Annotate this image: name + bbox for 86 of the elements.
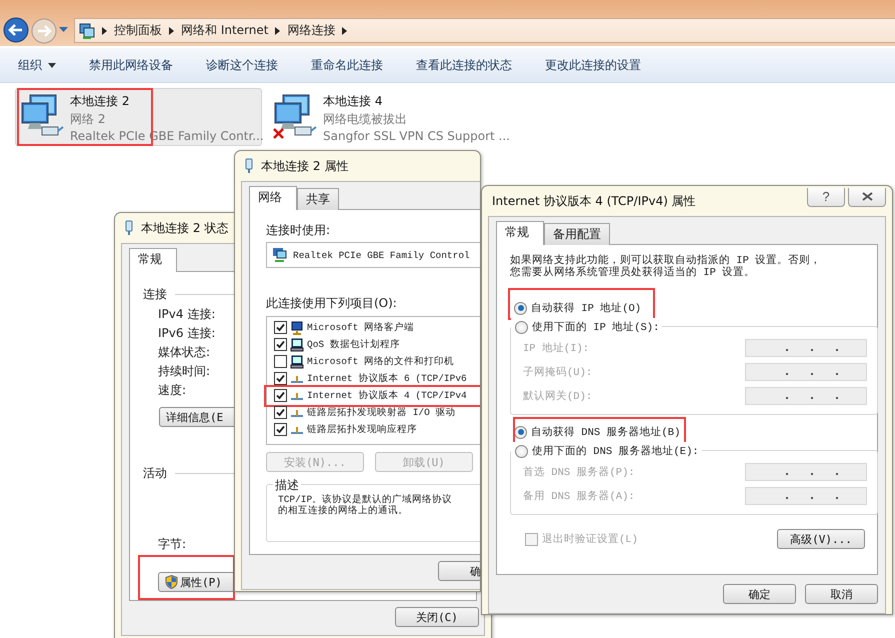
field-label: IPv4 连接: [158, 306, 216, 323]
checkbox[interactable] [274, 389, 287, 402]
component-name[interactable]: 链路层拓扑发现响应程序 [307, 423, 417, 436]
connector-icon [245, 158, 253, 174]
field-label: 速度: [158, 382, 186, 399]
connection-status: 网络电缆被拔出 [323, 111, 408, 128]
field-label: 持续时间: [158, 363, 210, 380]
field-label: 默认网关(D): [523, 389, 592, 403]
advanced-button[interactable]: 高级(V)... [777, 529, 865, 549]
field-label: 首选 DNS 服务器(P): [523, 465, 635, 479]
dropdown-caret-icon[interactable] [59, 27, 68, 33]
component-name[interactable]: 链路层拓扑发现映射器 I/O 驱动 [307, 406, 456, 419]
component-name[interactable]: Internet 协议版本 4 (TCP/IPv4 [307, 389, 467, 402]
component-name[interactable]: Internet 协议版本 6 (TCP/IPv6 [307, 372, 467, 385]
address-bar[interactable]: 控制面板 网络和 Internet 网络连接 [74, 18, 895, 43]
toolbar-button[interactable]: 重命名此连接 [311, 56, 383, 74]
section-heading: 活动 [143, 465, 167, 482]
checkbox[interactable] [274, 355, 287, 368]
tab[interactable]: 备用配置 [544, 223, 610, 245]
ok-button[interactable]: 确定 [723, 584, 796, 604]
component-name[interactable]: Microsoft 网络的文件和打印机 [307, 355, 454, 368]
field-label: 子网掩码(U): [523, 366, 592, 379]
radio-button[interactable] [514, 426, 527, 438]
checkbox[interactable] [274, 321, 287, 334]
intro-text: 如果网络支持此功能，则可以获取自动指派的 IP 设置。否则， 您需要从网络系统管理员处获得适当的 IP 设置。 [510, 255, 822, 279]
checkbox[interactable] [274, 423, 287, 436]
ok-button[interactable]: 确 [438, 561, 480, 581]
window-title: 本地连接 2 状态 [141, 220, 228, 236]
shield-icon [165, 575, 178, 589]
option-label[interactable]: 自动获得 DNS 服务器地址(B) [531, 425, 680, 439]
help-button[interactable]: ? [807, 188, 845, 206]
cancel-button[interactable]: 取消 [805, 584, 878, 604]
group-heading: 描述 [273, 477, 301, 494]
field-label: IPv6 连接: [158, 325, 216, 342]
window-title: 本地连接 2 属性 [261, 158, 348, 174]
component-name[interactable]: Microsoft 网络客户端 [307, 321, 414, 334]
field-label: 备用 DNS 服务器(A): [523, 490, 635, 503]
radio-button[interactable] [515, 444, 528, 458]
radio-button[interactable] [515, 320, 528, 334]
toolbar-button[interactable]: 查看此连接的状态 [416, 56, 512, 74]
close-button[interactable] [848, 188, 886, 206]
computer-icon [290, 354, 304, 368]
window-title: Internet 协议版本 4 (TCP/IPv4) 属性 [492, 192, 696, 210]
field-label: 此连接使用下列项目(O): [266, 295, 397, 312]
breadcrumb[interactable]: 控制面板 [114, 22, 162, 39]
breadcrumb-arrow-icon[interactable] [275, 26, 280, 34]
breadcrumb-arrow-icon[interactable] [342, 26, 348, 34]
checkbox[interactable] [274, 406, 287, 419]
adapter-field: Realtek PCIe GBE Family Control [266, 242, 480, 268]
field-label: IP 地址(I): [523, 341, 590, 355]
back-button[interactable] [3, 17, 29, 43]
organize-menu[interactable]: 组织 [18, 56, 56, 74]
connection-name: 本地连接 4 [323, 93, 384, 110]
toolbar-button[interactable]: 禁用此网络设备 [89, 56, 173, 74]
network-adapter-icon [271, 247, 287, 263]
tab[interactable]: 常规 [129, 248, 177, 272]
section-heading: 连接 [143, 286, 167, 303]
toolbar-button[interactable]: 诊断这个连接 [206, 56, 278, 74]
connection-name: 本地连接 2 [70, 93, 130, 110]
close-icon [862, 192, 872, 201]
connector-icon [125, 220, 133, 236]
caret-icon [48, 62, 56, 68]
computer-icon [290, 320, 304, 334]
tab[interactable]: 共享 [297, 188, 339, 210]
connection-status: 网络 2 [70, 111, 106, 128]
description-text: TCP/IP。该协议是默认的广域网络协议 的相互连接的网络上的通讯。 [278, 494, 454, 516]
breadcrumb-arrow-icon[interactable] [169, 26, 174, 34]
computer-icon [290, 338, 304, 352]
adapter-name: Sangfor SSL VPN CS Support ... [323, 129, 510, 143]
control-panel-icon [79, 22, 95, 38]
toolbar-button[interactable]: 更改此连接的设置 [545, 56, 641, 74]
component-name[interactable]: QoS 数据包计划程序 [307, 338, 400, 351]
connection-item[interactable]: 本地连接 4 网络电缆被拔出 Sangfor SSL VPN CS Support ... [268, 88, 515, 146]
tab[interactable]: 网络 [249, 186, 297, 210]
breadcrumb[interactable]: 网络连接 [287, 22, 336, 39]
option-label[interactable]: 自动获得 IP 地址(O) [531, 301, 642, 315]
breadcrumb[interactable]: 网络和 Internet [181, 22, 268, 39]
tab[interactable]: 常规 [496, 221, 544, 245]
breadcrumb-arrow-icon[interactable] [102, 26, 107, 34]
checkbox[interactable] [274, 372, 287, 385]
radio-button[interactable] [514, 302, 527, 314]
close-button[interactable]: 关闭(C) [395, 607, 479, 627]
checkbox[interactable] [274, 338, 287, 351]
field-label: 媒体状态: [158, 344, 210, 361]
field-label: 字节: [158, 536, 188, 553]
field-label: 连接时使用: [266, 222, 330, 239]
